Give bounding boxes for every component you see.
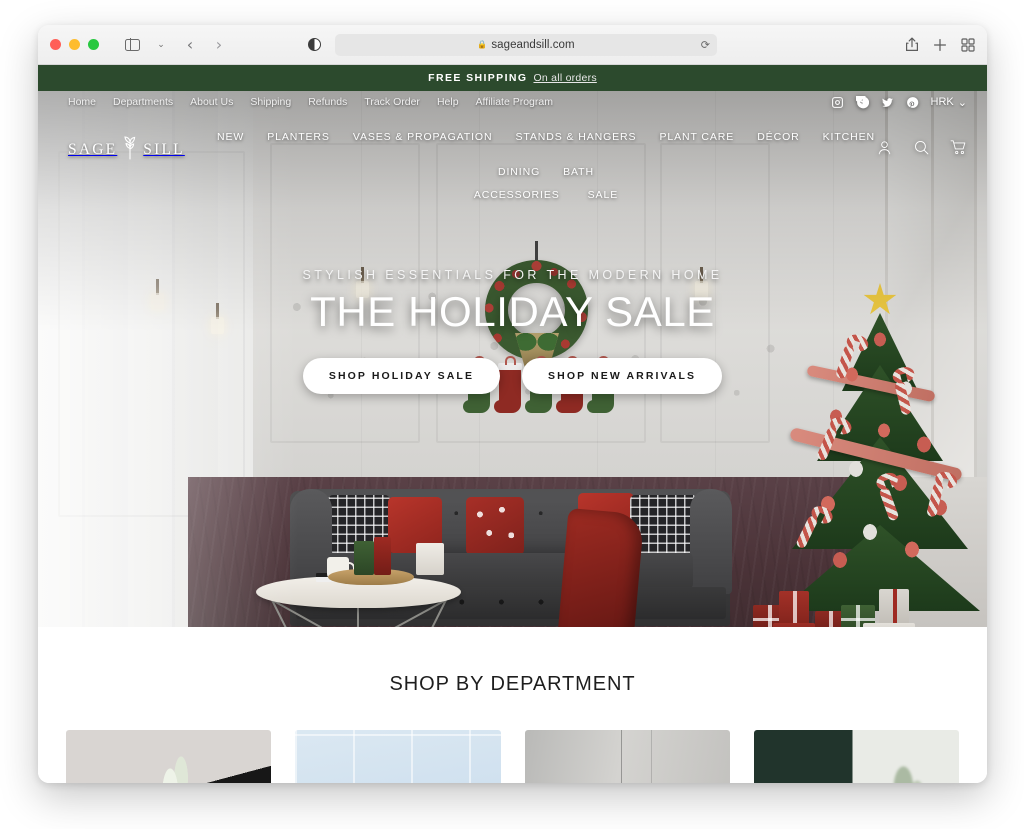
hero-banner: Home Departments About Us Shipping Refun… xyxy=(38,91,987,627)
announcement-text: FREE SHIPPING xyxy=(428,72,528,84)
hero-title: THE HOLIDAY SALE xyxy=(310,288,715,335)
utility-link-refunds[interactable]: Refunds xyxy=(308,96,347,108)
main-nav-row-2: ACCESSORIES SALE xyxy=(474,189,618,201)
hero-eyebrow: STYLISH ESSENTIALS FOR THE MODERN HOME xyxy=(302,268,723,282)
currency-selector[interactable]: HRK ⌄ xyxy=(931,96,967,109)
currency-label: HRK xyxy=(930,96,954,108)
chevron-down-icon[interactable]: ⌄ xyxy=(148,33,174,57)
search-input[interactable]: 🔒 sageandsill.com ⟳ xyxy=(335,33,717,56)
twitter-icon[interactable] xyxy=(881,96,894,109)
main-header: SAGE SILL NEW PLANTERS VASES & PROPAGATI… xyxy=(38,113,987,201)
url-text: sageandsill.com xyxy=(491,38,575,51)
minimize-window-button[interactable] xyxy=(69,39,80,50)
candle xyxy=(416,543,444,575)
cart-icon[interactable] xyxy=(950,139,967,161)
department-card-2[interactable] xyxy=(295,730,501,783)
zoom-window-button[interactable] xyxy=(88,39,99,50)
sidebar-toggle-icon[interactable] xyxy=(119,33,145,57)
header-action-icons xyxy=(876,139,967,161)
utility-nav: Home Departments About Us Shipping Refun… xyxy=(38,91,987,113)
nav-item-decor[interactable]: DÉCOR xyxy=(757,131,799,143)
share-icon[interactable] xyxy=(905,37,919,52)
nav-item-plant-care[interactable]: PLANT CARE xyxy=(659,131,734,143)
logo-word-left: SAGE xyxy=(68,140,118,158)
shop-new-arrivals-button[interactable]: SHOP NEW ARRIVALS xyxy=(522,358,723,394)
department-card-1[interactable] xyxy=(66,730,272,783)
gift-box xyxy=(354,541,374,575)
nav-item-stands-hangers[interactable]: STANDS & HANGERS xyxy=(515,131,636,143)
nav-item-sale[interactable]: SALE xyxy=(588,189,618,201)
utility-link-shipping[interactable]: Shipping xyxy=(250,96,291,108)
nav-item-accessories[interactable]: ACCESSORIES xyxy=(474,189,560,201)
section-title: SHOP BY DEPARTMENT xyxy=(389,673,636,695)
reader-view-icon[interactable] xyxy=(308,38,321,51)
nav-item-dining[interactable]: DINING xyxy=(498,166,540,178)
logo-word-right: SILL xyxy=(143,140,185,158)
gift-box xyxy=(863,623,915,627)
reload-icon[interactable]: ⟳ xyxy=(701,38,710,51)
red-throw-blanket xyxy=(555,507,645,627)
hero-content: STYLISH ESSENTIALS FOR THE MODERN HOME T… xyxy=(38,268,987,394)
gift-box xyxy=(773,623,815,627)
sprig-leaf-icon xyxy=(120,134,140,165)
nav-item-planters[interactable]: PLANTERS xyxy=(267,131,330,143)
forward-arrow-icon[interactable]: › xyxy=(206,33,232,57)
site-header: Home Departments About Us Shipping Refun… xyxy=(38,91,987,201)
site-logo[interactable]: SAGE SILL xyxy=(68,134,216,165)
throw-pillow xyxy=(466,497,524,555)
announcement-link[interactable]: On all orders xyxy=(533,72,596,84)
chevron-down-icon: ⌄ xyxy=(957,96,967,109)
account-icon[interactable] xyxy=(876,139,893,161)
utility-link-departments[interactable]: Departments xyxy=(113,96,173,108)
instagram-icon[interactable] xyxy=(831,96,844,109)
plus-icon[interactable] xyxy=(933,38,947,52)
window-traffic-lights xyxy=(50,39,99,50)
nav-item-new[interactable]: NEW xyxy=(217,131,244,143)
shop-holiday-sale-button[interactable]: SHOP HOLIDAY SALE xyxy=(302,358,501,394)
department-card-grid xyxy=(38,696,987,783)
browser-toolbar: ⌄ ‹ › 🔒 sageandsill.com ⟳ xyxy=(38,25,987,65)
main-nav-row-1: NEW PLANTERS VASES & PROPAGATION STANDS … xyxy=(216,131,876,178)
hero-cta-row: SHOP HOLIDAY SALE SHOP NEW ARRIVALS xyxy=(302,358,723,394)
utility-link-home[interactable]: Home xyxy=(68,96,96,108)
pinterest-icon[interactable] xyxy=(906,96,919,109)
tab-overview-icon[interactable] xyxy=(961,37,975,52)
sofa-arm xyxy=(690,489,732,594)
nav-item-bath[interactable]: BATH xyxy=(563,166,594,178)
utility-nav-links: Home Departments About Us Shipping Refun… xyxy=(68,96,553,108)
gift-pile xyxy=(753,583,987,627)
facebook-icon[interactable] xyxy=(855,95,869,109)
department-card-4[interactable] xyxy=(753,730,959,783)
nav-item-kitchen[interactable]: KITCHEN xyxy=(823,131,875,143)
announcement-bar: FREE SHIPPING On all orders xyxy=(38,65,987,91)
back-arrow-icon[interactable]: ‹ xyxy=(177,33,203,57)
browser-window: ⌄ ‹ › 🔒 sageandsill.com ⟳ FREE SHIPPING … xyxy=(38,25,987,783)
toolbar-left-controls: ⌄ ‹ › xyxy=(119,33,232,57)
department-card-3[interactable] xyxy=(524,730,730,783)
gift-box xyxy=(779,591,809,627)
page-viewport: FREE SHIPPING On all orders Home Departm… xyxy=(38,65,987,783)
utility-link-about-us[interactable]: About Us xyxy=(190,96,233,108)
search-icon[interactable] xyxy=(913,139,930,161)
gift-box xyxy=(374,537,391,575)
toolbar-right-controls xyxy=(905,37,975,52)
utility-link-track-order[interactable]: Track Order xyxy=(364,96,420,108)
close-window-button[interactable] xyxy=(50,39,61,50)
nav-item-vases-propagation[interactable]: VASES & PROPAGATION xyxy=(353,131,493,143)
gift-box xyxy=(879,589,909,627)
main-navigation: NEW PLANTERS VASES & PROPAGATION STANDS … xyxy=(216,121,876,201)
shop-by-department-section: SHOP BY DEPARTMENT xyxy=(38,627,987,783)
utility-link-affiliate-program[interactable]: Affiliate Program xyxy=(476,96,553,108)
utility-link-help[interactable]: Help xyxy=(437,96,459,108)
lock-icon: 🔒 xyxy=(477,40,488,49)
utility-nav-right: HRK ⌄ xyxy=(831,95,967,109)
